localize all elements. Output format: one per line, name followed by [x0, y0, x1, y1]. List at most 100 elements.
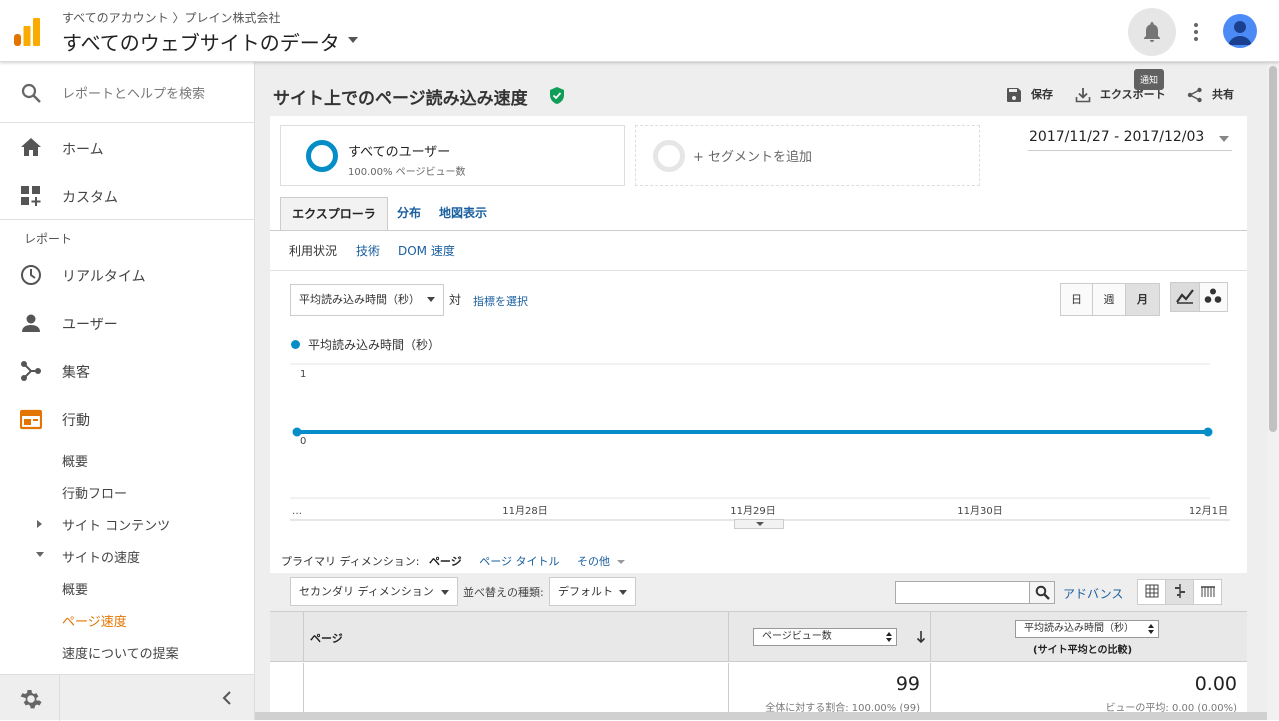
- chevron-left-icon[interactable]: [222, 691, 232, 705]
- divider: [0, 219, 254, 220]
- divider: [930, 612, 931, 661]
- x-tick-label: 11月28日: [502, 505, 547, 517]
- subtab-dom-timings[interactable]: DOM 速度: [398, 242, 455, 259]
- sidebar-item-site-speed[interactable]: サイトの速度: [62, 547, 140, 566]
- report-title: サイト上でのページ読み込み速度: [273, 89, 528, 109]
- sidebar-item-behavior[interactable]: 行動: [0, 396, 254, 442]
- sidebar-item-speed-overview[interactable]: 概要: [62, 579, 88, 598]
- divider: [59, 675, 60, 721]
- x-tick-label: 12月1日: [1189, 505, 1228, 517]
- sidebar-item-site-content[interactable]: サイト コンテンツ: [62, 515, 170, 534]
- total-load-time: 0.00: [1194, 673, 1237, 695]
- column-header-pageviews[interactable]: ページビュー数: [753, 628, 897, 646]
- sidebar-item-behavior-overview[interactable]: 概要: [62, 451, 88, 470]
- chart-type-toggle: [1170, 282, 1228, 312]
- tab-distribution[interactable]: 分布: [397, 197, 421, 231]
- scrollbar[interactable]: [1267, 62, 1279, 720]
- month-button[interactable]: 月: [1126, 284, 1159, 315]
- property-title[interactable]: すべてのウェブサイトのデータ: [62, 27, 340, 56]
- line-chart: 10 … 11月28日 11月29日 11月30日 12月1日: [290, 363, 1230, 521]
- sidebar-item-behavior-flow[interactable]: 行動フロー: [62, 483, 127, 502]
- horizontal-scrollbar[interactable]: [255, 712, 1267, 720]
- table-search-button[interactable]: [1029, 582, 1054, 603]
- sort-type-value: デフォルト: [558, 585, 613, 598]
- top-header: すべてのアカウント 〉プレイン株式会社 すべてのウェブサイトのデータ: [0, 0, 1279, 62]
- tab-map-overlay[interactable]: 地図表示: [439, 197, 487, 231]
- primary-dimension-page[interactable]: ページ: [429, 555, 462, 568]
- column-header-load-time[interactable]: 平均読み込み時間（秒）: [1015, 620, 1159, 638]
- account-avatar[interactable]: [1223, 14, 1257, 48]
- segment-name: すべてのユーザー: [348, 145, 451, 160]
- caret-right-icon[interactable]: [36, 519, 44, 529]
- chart-resize-handle[interactable]: [734, 519, 784, 529]
- notifications-button[interactable]: [1128, 8, 1176, 56]
- data-point: [292, 427, 302, 437]
- divider: [303, 612, 304, 661]
- y-tick-label: 1: [300, 369, 306, 380]
- sidebar-item-realtime[interactable]: リアルタイム: [0, 252, 254, 298]
- data-table-view-button[interactable]: [1138, 580, 1166, 604]
- scrollbar-thumb[interactable]: [1269, 66, 1277, 432]
- divider: [728, 612, 729, 661]
- sidebar-search-input[interactable]: レポートとヘルプを検索: [62, 83, 205, 102]
- secondary-dimension-select[interactable]: セカンダリ ディメンション: [290, 577, 458, 606]
- gear-icon[interactable]: [20, 688, 42, 710]
- column-header-page[interactable]: ページ: [310, 630, 343, 646]
- tab-explorer[interactable]: エクスプローラ: [280, 197, 388, 231]
- day-button[interactable]: 日: [1061, 284, 1093, 315]
- select-metric-link[interactable]: 指標を選択: [473, 293, 528, 309]
- chevron-down-icon[interactable]: [348, 37, 358, 43]
- sidebar-item-users[interactable]: ユーザー: [0, 300, 254, 346]
- primary-dimension-other[interactable]: その他: [577, 555, 610, 568]
- metric-select[interactable]: 平均読み込み時間（秒）: [290, 284, 444, 316]
- table-header: ページ ページビュー数 平均読み込み時間（秒） (サイト平均との比較): [270, 611, 1247, 662]
- dashboard-add-icon: [21, 186, 41, 206]
- divider: [270, 230, 1247, 231]
- caret-down-icon[interactable]: [35, 551, 45, 559]
- sidebar-item-label: 集客: [62, 365, 90, 381]
- column-header-load-time-label: 平均読み込み時間（秒）: [1024, 623, 1134, 634]
- sidebar-footer: [0, 674, 254, 721]
- primary-dimension-page-title[interactable]: ページ タイトル: [479, 555, 559, 568]
- save-label: 保存: [1031, 88, 1053, 101]
- chevron-down-icon[interactable]: [616, 560, 625, 564]
- share-label: 共有: [1212, 88, 1234, 101]
- sort-type-select[interactable]: デフォルト: [549, 577, 636, 606]
- sidebar-item-speed-suggestions[interactable]: 速度についての提案: [62, 643, 179, 662]
- advanced-filter-link[interactable]: アドバンス: [1063, 585, 1123, 602]
- chevron-down-icon[interactable]: [1219, 136, 1229, 142]
- data-point: [1203, 427, 1213, 437]
- line-chart-button[interactable]: [1171, 283, 1200, 311]
- motion-chart-button[interactable]: [1200, 283, 1228, 311]
- week-button[interactable]: 週: [1093, 284, 1126, 315]
- y-axis-ticks: 10: [300, 369, 306, 447]
- sidebar-item-home[interactable]: ホーム: [0, 124, 254, 170]
- person-icon: [1228, 21, 1252, 45]
- sort-descending-icon[interactable]: [916, 630, 926, 644]
- sidebar-item-page-timings[interactable]: ページ速度: [62, 611, 127, 630]
- search-icon: [1035, 585, 1050, 600]
- sort-arrows-icon: [1148, 624, 1154, 634]
- download-icon: [1075, 88, 1091, 103]
- x-tick-label: …: [292, 506, 302, 517]
- bar-list-icon: [1200, 586, 1215, 597]
- sidebar-item-custom[interactable]: カスタム: [0, 172, 254, 218]
- chevron-down-icon: [441, 590, 449, 595]
- sidebar-item-acquisition[interactable]: 集客: [0, 348, 254, 394]
- date-range-picker[interactable]: 2017/11/27 - 2017/12/03: [1029, 129, 1204, 145]
- table-view-toggle: [1137, 579, 1222, 605]
- add-segment-button[interactable]: + セグメントを追加: [635, 125, 980, 186]
- reports-heading: レポート: [24, 232, 73, 246]
- legend-swatch: [291, 340, 300, 349]
- subtab-technical[interactable]: 技術: [356, 242, 380, 259]
- grid-icon: [1145, 584, 1158, 598]
- subtab-usage[interactable]: 利用状況: [289, 242, 337, 259]
- sidebar-search[interactable]: レポートとヘルプを検索: [0, 62, 254, 122]
- more-vert-icon[interactable]: [1186, 20, 1206, 44]
- comparison-view-button[interactable]: [1166, 580, 1194, 604]
- breadcrumb[interactable]: すべてのアカウント 〉プレイン株式会社: [62, 9, 281, 26]
- term-cloud-view-button[interactable]: [1194, 580, 1221, 604]
- analytics-logo[interactable]: [14, 18, 40, 46]
- column-header-pageviews-label: ページビュー数: [762, 631, 832, 642]
- segment-all-users[interactable]: すべてのユーザー 100.00% ページビュー数: [280, 125, 625, 186]
